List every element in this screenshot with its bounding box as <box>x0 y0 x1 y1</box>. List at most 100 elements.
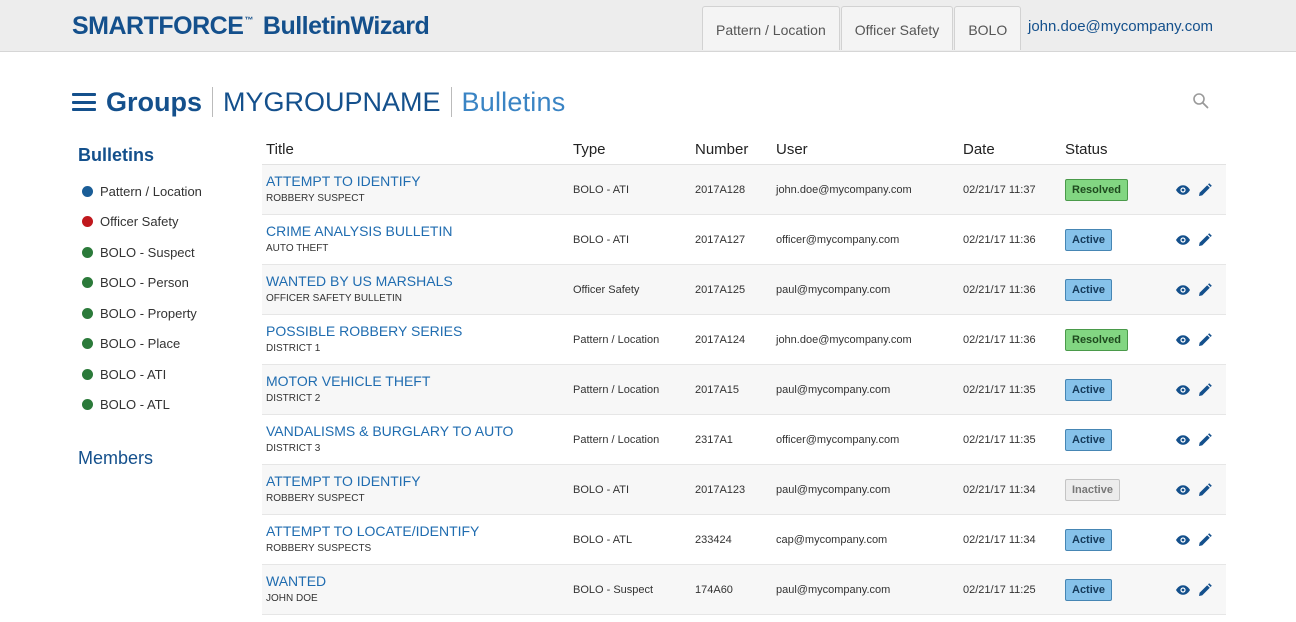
sidebar-item-bolo-ati[interactable]: BOLO - ATI <box>78 359 248 390</box>
cell-user: john.doe@mycompany.com <box>776 183 912 196</box>
table-row: VANDALISMS & BURGLARY TO AUTO DISTRICT 3 P… <box>262 415 1226 465</box>
cell-type: BOLO - ATL <box>573 533 633 546</box>
cell-actions <box>1175 515 1226 564</box>
pencil-icon[interactable] <box>1197 332 1213 348</box>
bulletin-title-link[interactable]: ATTEMPT TO IDENTIFY <box>266 172 573 190</box>
bulletin-subtitle: ROBBERY SUSPECTS <box>266 543 372 554</box>
column-header-type[interactable]: Type <box>573 140 695 164</box>
bulletin-title-link[interactable]: ATTEMPT TO IDENTIFY <box>266 472 573 490</box>
cell-user: paul@mycompany.com <box>776 583 891 596</box>
sidebar-item-pattern-location[interactable]: Pattern / Location <box>78 176 248 207</box>
pencil-icon[interactable] <box>1197 282 1213 298</box>
sidebar-item-label: BOLO - Place <box>100 336 181 352</box>
cell-title: POSSIBLE ROBBERY SERIES DISTRICT 1 <box>262 315 573 364</box>
eye-icon[interactable] <box>1175 382 1191 398</box>
bulletin-title-link[interactable]: WANTED BY US MARSHALS <box>266 272 573 290</box>
bulletins-table: Title Type Number User Date Status ATTEM… <box>262 140 1226 615</box>
pencil-icon[interactable] <box>1197 432 1213 448</box>
cell-number: 2017A128 <box>695 183 746 196</box>
bulletin-title-link[interactable]: WANTED <box>266 572 573 590</box>
category-color-dot <box>82 185 93 197</box>
column-header-user[interactable]: User <box>776 140 963 164</box>
table-row: WANTED BY US MARSHALS OFFICER SAFETY BULL… <box>262 265 1226 315</box>
cell-title: WANTED JOHN DOE <box>262 565 573 614</box>
category-color-dot <box>82 307 93 319</box>
bulletin-title-link[interactable]: MOTOR VEHICLE THEFT <box>266 372 573 390</box>
sidebar-item-bolo-person[interactable]: BOLO - Person <box>78 268 248 299</box>
breadcrumb-group-name[interactable]: MYGROUPNAME <box>223 87 441 118</box>
sidebar-item-bolo-atl[interactable]: BOLO - ATL <box>78 390 248 421</box>
cell-status: Active <box>1065 265 1175 314</box>
sidebar-item-officer-safety[interactable]: Officer Safety <box>78 207 248 238</box>
tab-pattern-location[interactable]: Pattern / Location <box>702 6 840 50</box>
tab-bolo[interactable]: BOLO <box>954 6 1022 50</box>
sidebar-item-label: BOLO - ATL <box>100 397 170 413</box>
bulletin-subtitle: ROBBERY SUSPECT <box>266 193 365 204</box>
user-account-link[interactable]: john.doe@mycompany.com <box>1028 18 1213 35</box>
table-body: ATTEMPT TO IDENTIFY ROBBERY SUSPECT BOLO -… <box>262 165 1226 615</box>
table-row: ATTEMPT TO IDENTIFY ROBBERY SUSPECT BOLO -… <box>262 465 1226 515</box>
sidebar-item-bolo-place[interactable]: BOLO - Place <box>78 329 248 360</box>
sidebar-item-label: BOLO - ATI <box>100 366 167 382</box>
pencil-icon[interactable] <box>1197 532 1213 548</box>
search-icon[interactable] <box>1192 92 1210 110</box>
sidebar-item-bolo-suspect[interactable]: BOLO - Suspect <box>78 237 248 268</box>
hamburger-icon[interactable] <box>72 93 96 111</box>
eye-icon[interactable] <box>1175 332 1191 348</box>
tab-officer-safety[interactable]: Officer Safety <box>840 6 954 50</box>
category-color-dot <box>82 368 93 380</box>
status-badge: Active <box>1065 528 1113 551</box>
cell-title: WANTED BY US MARSHALS OFFICER SAFETY BULL… <box>262 265 573 314</box>
cell-status: Active <box>1065 515 1175 564</box>
eye-icon[interactable] <box>1175 582 1191 598</box>
bulletin-subtitle: JOHN DOE <box>266 593 318 604</box>
cell-actions <box>1175 365 1226 414</box>
pencil-icon[interactable] <box>1197 582 1213 598</box>
eye-icon[interactable] <box>1175 432 1191 448</box>
sidebar-item-label: BOLO - Suspect <box>100 244 195 260</box>
pencil-icon[interactable] <box>1197 382 1213 398</box>
bulletin-title-link[interactable]: CRIME ANALYSIS BULLETIN <box>266 222 573 240</box>
breadcrumb-groups[interactable]: Groups <box>106 87 202 118</box>
cell-date: 02/21/17 11:37 <box>963 183 1036 196</box>
pencil-icon[interactable] <box>1197 182 1213 198</box>
column-header-status[interactable]: Status <box>1065 140 1175 164</box>
pencil-icon[interactable] <box>1197 482 1213 498</box>
eye-icon[interactable] <box>1175 282 1191 298</box>
bulletin-title-link[interactable]: VANDALISMS & BURGLARY TO AUTO <box>266 422 573 440</box>
cell-number: 233424 <box>695 533 732 546</box>
cell-status: Active <box>1065 365 1175 414</box>
bulletin-subtitle: DISTRICT 2 <box>266 393 321 404</box>
top-nav: Pattern / Location Officer Safety BOLO <box>702 6 1022 51</box>
sidebar-item-bolo-property[interactable]: BOLO - Property <box>78 298 248 329</box>
sidebar-item-label: Officer Safety <box>100 214 179 230</box>
bulletin-title-link[interactable]: POSSIBLE ROBBERY SERIES <box>266 322 573 340</box>
column-header-date[interactable]: Date <box>963 140 1065 164</box>
eye-icon[interactable] <box>1175 182 1191 198</box>
cell-user: john.doe@mycompany.com <box>776 333 912 346</box>
column-header-number[interactable]: Number <box>695 140 776 164</box>
page-title: Groups MYGROUPNAME Bulletins <box>72 84 565 120</box>
pencil-icon[interactable] <box>1197 232 1213 248</box>
eye-icon[interactable] <box>1175 482 1191 498</box>
brand-logo[interactable]: SMARTFORCE™ BulletinWizard <box>72 10 430 42</box>
sidebar-members-link[interactable]: Members <box>78 448 248 469</box>
status-badge: Resolved <box>1065 178 1128 201</box>
bulletin-subtitle: DISTRICT 1 <box>266 343 321 354</box>
cell-date: 02/21/17 11:34 <box>963 483 1036 496</box>
status-badge: Active <box>1065 228 1113 251</box>
sidebar-heading[interactable]: Bulletins <box>78 144 248 166</box>
cell-date: 02/21/17 11:36 <box>963 333 1036 346</box>
category-color-dot <box>82 399 93 411</box>
top-bar: SMARTFORCE™ BulletinWizard Pattern / Loca… <box>0 0 1296 52</box>
cell-actions <box>1175 465 1226 514</box>
cell-status: Resolved <box>1065 315 1175 364</box>
column-header-title[interactable]: Title <box>262 140 573 164</box>
cell-actions <box>1175 265 1226 314</box>
eye-icon[interactable] <box>1175 232 1191 248</box>
cell-number: 2017A127 <box>695 233 746 246</box>
eye-icon[interactable] <box>1175 532 1191 548</box>
cell-date: 02/21/17 11:36 <box>963 283 1036 296</box>
breadcrumb-section: Bulletins <box>461 86 566 117</box>
bulletin-title-link[interactable]: ATTEMPT TO LOCATE/IDENTIFY <box>266 522 573 540</box>
